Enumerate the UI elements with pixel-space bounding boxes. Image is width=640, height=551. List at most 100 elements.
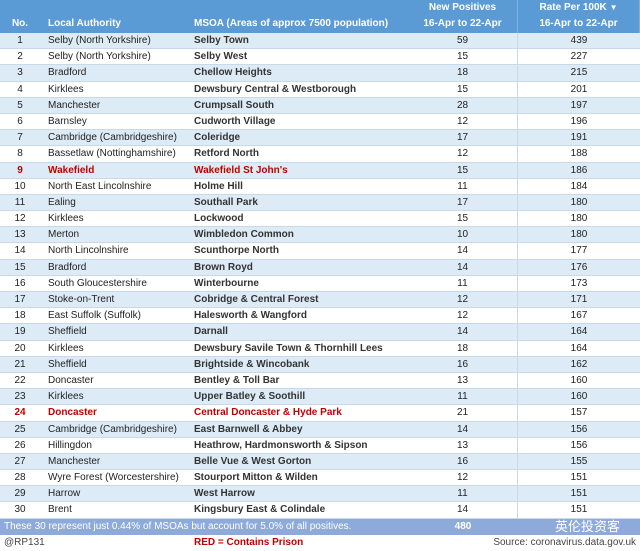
local-authority: North Lincolnshire (48, 245, 129, 257)
table-row: 6 Barnsley Cudworth Village 12 196 (0, 113, 640, 131)
local-authority: North East Lincolnshire (48, 180, 152, 192)
new-positives: 11 (408, 178, 518, 194)
msoa-name: Heathrow, Hardmonsworth & Sipson (194, 439, 368, 451)
table-row: 9 Wakefield Wakefield St John's 15 186 (0, 162, 640, 179)
total-positives: 480 (454, 520, 472, 532)
new-positives: 15 (408, 211, 518, 227)
msoa-name: Coleridge (194, 132, 241, 144)
new-positives: 12 (408, 292, 518, 308)
new-positives: 28 (408, 97, 518, 113)
msoa-name: Cobridge & Central Forest (194, 294, 319, 305)
local-authority: Doncaster (48, 374, 94, 386)
footer: @RP131 RED = Contains Prison Source: cor… (0, 535, 640, 551)
msoa-name: Dewsbury Central & Westborough (194, 83, 357, 95)
table-row: 12 Kirklees Lockwood 15 180 (0, 211, 640, 228)
local-authority: Cambridge (Cambridgeshire) (48, 423, 177, 435)
new-positives: 18 (408, 340, 518, 356)
msoa-name: Belle Vue & West Gorton (194, 455, 312, 467)
rate-per-100k: 191 (570, 132, 588, 144)
new-positives: 12 (408, 113, 518, 130)
rank: 5 (17, 99, 23, 111)
rank: 2 (17, 51, 23, 63)
msoa-name: Lockwood (194, 213, 244, 225)
local-authority: Barnsley (48, 115, 87, 127)
new-positives: 15 (408, 49, 518, 65)
msoa-name: Stourport Mitton & Wilden (194, 472, 318, 484)
rate-per-100k: 215 (570, 67, 588, 79)
table-body: 1 Selby (North Yorkshire) Selby Town 59 439 2… (0, 33, 640, 519)
table-row: 20 Kirklees Dewsbury Savile Town & Thornhi… (0, 340, 640, 357)
rank: 17 (14, 294, 26, 305)
rank: 20 (14, 342, 26, 354)
watermark: 英伦投资客 (554, 518, 620, 534)
msoa-name: East Barnwell & Abbey (194, 423, 303, 435)
rate-per-100k: 180 (570, 196, 588, 208)
rate-per-100k: 155 (570, 455, 588, 467)
rate-per-100k: 171 (570, 294, 588, 305)
msoa-name: Chellow Heights (194, 67, 272, 79)
col-msoa: MSOA (Areas of approx 7500 population) (194, 18, 389, 29)
table-row: 22 Doncaster Bentley & Toll Bar 13 160 (0, 372, 640, 390)
table-row: 23 Kirklees Upper Batley & Soothill 11 160 (0, 389, 640, 406)
rank: 12 (14, 213, 26, 225)
col-rate[interactable]: Rate Per 100K ▼ 16-Apr to 22-Apr (518, 0, 640, 33)
rank: 1 (17, 35, 23, 46)
rank: 11 (14, 196, 26, 208)
new-positives: 12 (408, 308, 518, 324)
rank: 23 (14, 391, 26, 403)
rate-per-100k: 157 (570, 407, 588, 419)
new-positives: 21 (408, 405, 518, 421)
rate-per-100k: 151 (570, 504, 588, 516)
rank: 10 (14, 180, 26, 192)
table-row: 5 Manchester Crumpsall South 28 197 (0, 97, 640, 114)
msoa-name: Halesworth & Wangford (194, 310, 307, 322)
msoa-name: Bentley & Toll Bar (194, 374, 280, 386)
local-authority: Wyre Forest (Worcestershire) (48, 472, 179, 484)
local-authority: Bradford (48, 67, 87, 79)
local-authority: Selby (North Yorkshire) (48, 35, 151, 46)
rank: 18 (14, 310, 26, 322)
local-authority: Merton (48, 229, 80, 241)
msoa-name: Brightside & Wincobank (194, 358, 310, 370)
msoa-name: Brown Royd (194, 261, 253, 273)
table-row: 27 Manchester Belle Vue & West Gorton 16 155 (0, 453, 640, 471)
new-positives: 17 (408, 130, 518, 146)
col-new-positives: New Positives 16-Apr to 22-Apr (408, 0, 518, 33)
rank: 19 (14, 326, 26, 338)
rate-per-100k: 156 (570, 439, 588, 451)
new-positives: 59 (408, 33, 518, 49)
prison-legend: RED = Contains Prison (194, 536, 304, 548)
new-positives: 18 (408, 65, 518, 81)
msoa-name: Holme Hill (194, 180, 243, 192)
table-row: 24 Doncaster Central Doncaster & Hyde Park… (0, 405, 640, 422)
local-authority: Bassetlaw (Nottinghamshire) (48, 148, 176, 160)
new-positives: 16 (408, 453, 518, 470)
table-row: 18 East Suffolk (Suffolk) Halesworth & Wan… (0, 308, 640, 325)
table-row: 13 Merton Wimbledon Common 10 180 (0, 227, 640, 244)
table-row: 15 Bradford Brown Royd 14 176 (0, 259, 640, 276)
rank: 27 (14, 455, 26, 467)
col-local-authority: Local Authority (48, 18, 121, 29)
rank: 28 (14, 472, 26, 484)
msoa-name: Kingsbury East & Colindale (194, 504, 326, 516)
rate-per-100k: 162 (570, 358, 588, 370)
rate-per-100k: 160 (570, 391, 588, 403)
table-row: 30 Brent Kingsbury East & Colindale 14 151 (0, 502, 640, 519)
rate-label: Rate Per 100K (539, 2, 607, 13)
rate-per-100k: 188 (570, 148, 588, 160)
local-authority: Stoke-on-Trent (48, 294, 115, 305)
local-authority: Selby (North Yorkshire) (48, 51, 151, 63)
rate-per-100k: 151 (570, 488, 588, 500)
new-positives: 16 (408, 356, 518, 372)
rank: 15 (14, 261, 26, 273)
msoa-name: Selby West (194, 51, 248, 63)
local-authority: Manchester (48, 455, 101, 467)
rate-per-100k: 164 (570, 342, 588, 354)
table-row: 11 Ealing Southall Park 17 180 (0, 194, 640, 212)
local-authority: Ealing (48, 196, 76, 208)
new-positives: 13 (408, 372, 518, 389)
local-authority: Hillingdon (48, 439, 92, 451)
rate-per-100k: 160 (570, 374, 588, 386)
sort-descending-icon[interactable]: ▼ (610, 3, 618, 12)
table-row: 17 Stoke-on-Trent Cobridge & Central Fores… (0, 292, 640, 309)
